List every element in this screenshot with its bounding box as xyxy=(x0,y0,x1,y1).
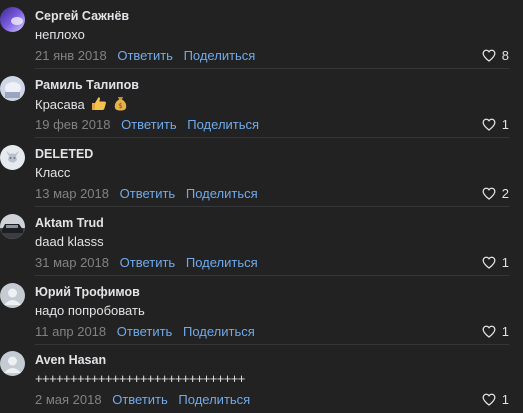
like-button[interactable]: 1 xyxy=(482,117,509,132)
light-photo-avatar xyxy=(0,76,25,101)
comment-text: Класс xyxy=(35,165,71,180)
heart-outline-icon xyxy=(482,118,496,131)
comment-text: Красава $ xyxy=(35,96,127,112)
comment-text: надо попробовать xyxy=(35,303,145,318)
comment-date[interactable]: 19 фев 2018 xyxy=(35,117,110,132)
like-count: 1 xyxy=(501,117,509,132)
money-bag-icon: $ xyxy=(114,97,127,111)
comment-item: Aven Hasan +++++++++++++++++++++++++++++… xyxy=(0,344,523,413)
reply-button[interactable]: Ответить xyxy=(117,48,173,63)
comment-author[interactable]: Юрий Трофимов xyxy=(35,285,140,299)
comment-item: Aktam Trud daad klasss 31 мар 2018 Ответ… xyxy=(0,207,523,276)
share-button[interactable]: Поделиться xyxy=(187,117,259,132)
comment-author[interactable]: Сергей Сажнёв xyxy=(35,9,129,23)
comment-item: DELETED Класс 13 мар 2018 Ответить Подел… xyxy=(0,138,523,207)
reply-button[interactable]: Ответить xyxy=(112,392,168,407)
comment-text: ++++++++++++++++++++++++++++++ xyxy=(35,371,245,386)
comment-item: Юрий Трофимов надо попробовать 11 апр 20… xyxy=(0,276,523,345)
reply-button[interactable]: Ответить xyxy=(120,186,176,201)
comment-date[interactable]: 11 апр 2018 xyxy=(35,324,106,339)
comment-date[interactable]: 2 мая 2018 xyxy=(35,392,102,407)
comment-date[interactable]: 21 янв 2018 xyxy=(35,48,107,63)
car-photo-avatar xyxy=(0,214,25,239)
share-button[interactable]: Поделиться xyxy=(186,255,258,270)
comment-meta: 21 янв 2018 Ответить Поделиться xyxy=(35,48,255,63)
heart-outline-icon xyxy=(482,393,496,406)
like-count: 8 xyxy=(501,48,509,63)
purple-light-avatar xyxy=(0,7,25,32)
like-button[interactable]: 8 xyxy=(482,48,509,63)
reply-button[interactable]: Ответить xyxy=(120,255,176,270)
comment-meta: 31 мар 2018 Ответить Поделиться xyxy=(35,255,258,270)
comment-date[interactable]: 13 мар 2018 xyxy=(35,186,109,201)
heart-outline-icon xyxy=(482,187,496,200)
heart-outline-icon xyxy=(482,49,496,62)
comment-meta: 19 фев 2018 Ответить Поделиться xyxy=(35,117,259,132)
like-button[interactable]: 1 xyxy=(482,324,509,339)
comment-date[interactable]: 31 мар 2018 xyxy=(35,255,109,270)
like-button[interactable]: 1 xyxy=(482,392,509,407)
comment-meta: 11 апр 2018 Ответить Поделиться xyxy=(35,324,255,339)
reply-button[interactable]: Ответить xyxy=(117,324,173,339)
default-user-avatar xyxy=(0,283,25,308)
share-button[interactable]: Поделиться xyxy=(184,48,256,63)
comment-text: daad klasss xyxy=(35,234,104,249)
avatar[interactable] xyxy=(0,214,25,239)
svg-text:$: $ xyxy=(118,102,122,110)
comment-author[interactable]: Aktam Trud xyxy=(35,216,104,230)
avatar[interactable] xyxy=(0,283,25,308)
thumbs-up-icon xyxy=(92,97,107,110)
reply-button[interactable]: Ответить xyxy=(121,117,177,132)
like-count: 1 xyxy=(501,324,509,339)
share-button[interactable]: Поделиться xyxy=(186,186,258,201)
comment-text: неплохо xyxy=(35,27,85,42)
deleted-dog-avatar xyxy=(0,145,25,170)
avatar[interactable] xyxy=(0,7,25,32)
comment-meta: 2 мая 2018 Ответить Поделиться xyxy=(35,392,250,407)
avatar[interactable] xyxy=(0,145,25,170)
like-count: 1 xyxy=(501,392,509,407)
comment-item: Рамиль Талипов Красава $ 19 фев 2018 Отв… xyxy=(0,69,523,138)
comment-author[interactable]: Рамиль Талипов xyxy=(35,78,139,92)
heart-outline-icon xyxy=(482,256,496,269)
heart-outline-icon xyxy=(482,325,496,338)
like-count: 1 xyxy=(501,255,509,270)
like-count: 2 xyxy=(501,186,509,201)
comment-author[interactable]: Aven Hasan xyxy=(35,353,106,367)
comment-author: DELETED xyxy=(35,147,94,161)
comment-meta: 13 мар 2018 Ответить Поделиться xyxy=(35,186,258,201)
comment-item: Сергей Сажнёв неплохо 21 янв 2018 Ответи… xyxy=(0,0,523,69)
like-button[interactable]: 2 xyxy=(482,186,509,201)
share-button[interactable]: Поделиться xyxy=(178,392,250,407)
comment-text-content: Красава xyxy=(35,97,85,112)
avatar[interactable] xyxy=(0,76,25,101)
share-button[interactable]: Поделиться xyxy=(183,324,255,339)
comments-list: Сергей Сажнёв неплохо 21 янв 2018 Ответи… xyxy=(0,0,523,410)
avatar[interactable] xyxy=(0,351,25,376)
default-user-avatar xyxy=(0,351,25,376)
like-button[interactable]: 1 xyxy=(482,255,509,270)
